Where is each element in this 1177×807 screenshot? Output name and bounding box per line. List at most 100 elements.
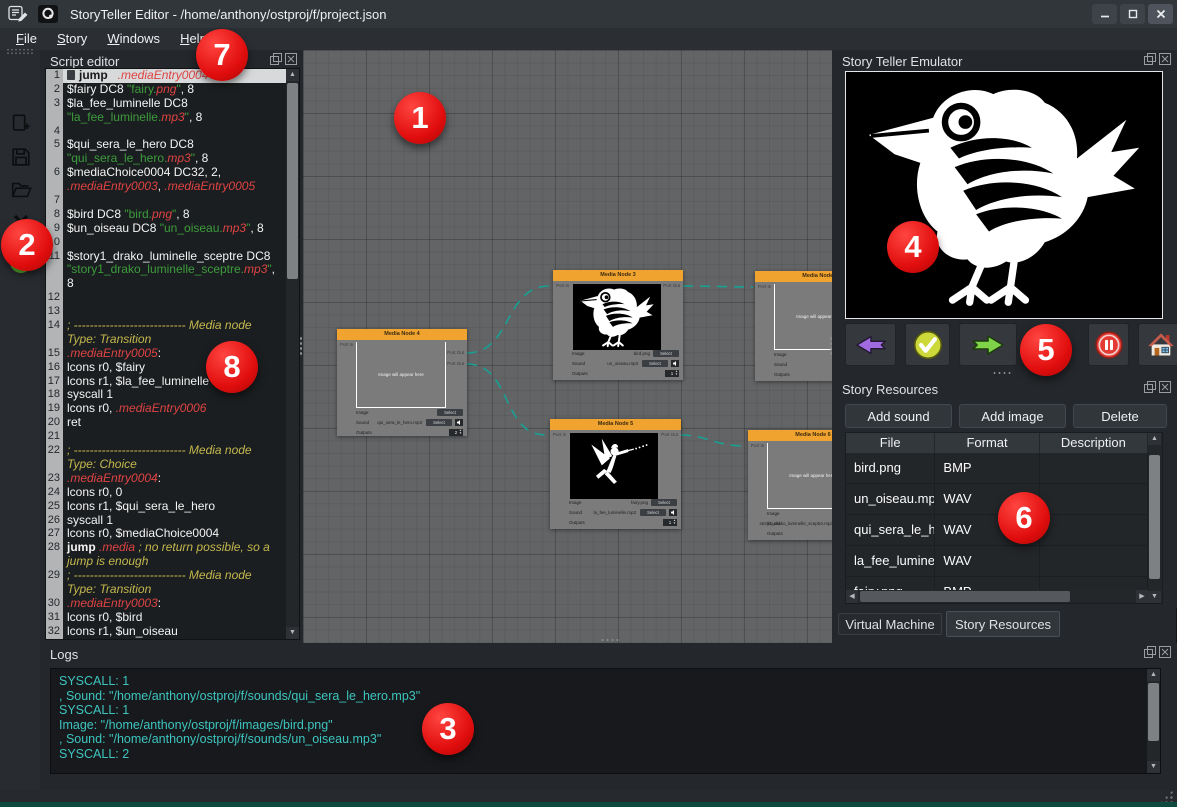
canvas-emulator-splitter[interactable] <box>829 336 833 356</box>
float-icon[interactable] <box>270 53 282 65</box>
emulator-splitter-handle[interactable] <box>992 371 1012 375</box>
scroll-up-arrow[interactable]: ▲ <box>1148 433 1161 445</box>
port-in[interactable]: Port In <box>758 284 771 289</box>
save-button[interactable] <box>9 145 33 169</box>
delete-button[interactable]: Delete <box>1073 404 1167 428</box>
emulator-screen <box>845 71 1163 319</box>
script-editor[interactable]: 1jump .mediaEntry00042$fairy DC8 "fairy.… <box>45 68 300 640</box>
node-connection-wire[interactable] <box>681 435 746 446</box>
node-connection-wire[interactable] <box>683 286 753 287</box>
line-text: $fairy DC8 "fairy.png", 8 <box>63 83 194 97</box>
outputs-spinner[interactable]: 1▲▼ <box>665 370 679 377</box>
new-script-button[interactable] <box>9 112 33 136</box>
speaker-icon[interactable] <box>669 509 677 516</box>
open-button[interactable] <box>9 178 33 202</box>
script-line: 11$story1_drako_luminelle_sceptre DC8 <box>46 250 286 264</box>
add-sound-button[interactable]: Add sound <box>845 404 952 428</box>
select-sound-button[interactable]: Select <box>426 419 452 426</box>
port-in[interactable]: Port In <box>556 283 569 288</box>
table-hscrollbar[interactable]: ◀▶ <box>846 590 1148 603</box>
maximize-button[interactable] <box>1120 4 1145 24</box>
script-canvas-splitter[interactable] <box>299 336 303 356</box>
toolbar-drag-handle[interactable] <box>6 48 34 55</box>
speaker-icon[interactable] <box>671 360 679 367</box>
scroll-thumb[interactable] <box>287 83 298 279</box>
column-header-file[interactable]: File <box>846 433 935 453</box>
script-editor-scrollbar[interactable]: ▲▼ <box>286 69 299 639</box>
media-node[interactable]: Media Node 3Port InPort OutImagebird.png… <box>553 270 683 380</box>
media-node[interactable]: Media Node 7Port InPort OutImage will ap… <box>755 271 832 381</box>
float-icon[interactable] <box>1144 646 1156 658</box>
port-out[interactable]: Port Out <box>663 283 680 288</box>
close-icon[interactable] <box>285 53 297 65</box>
scroll-thumb[interactable] <box>1149 455 1160 579</box>
scroll-right-arrow[interactable]: ▶ <box>1136 590 1148 603</box>
media-node[interactable]: Media Node 5Port InPort OutImagefairy.pn… <box>550 419 681 529</box>
speaker-icon[interactable] <box>455 419 463 426</box>
outputs-label: Outputs <box>767 531 783 536</box>
scroll-thumb[interactable] <box>860 591 1070 602</box>
node-graph-canvas[interactable]: Media Node 4Port InPort OutPort OutImage… <box>303 50 832 643</box>
select-sound-button[interactable]: Select <box>642 360 668 367</box>
media-node[interactable]: Media Node 6Port InPort OutImage will ap… <box>748 430 832 540</box>
table-row[interactable]: qui_sera_le_h…WAV <box>846 515 1148 546</box>
log-scrollbar[interactable]: ▲▼ <box>1147 669 1160 773</box>
menu-file[interactable]: File <box>6 28 47 50</box>
back-button[interactable] <box>845 323 896 366</box>
sound-label: Sound <box>572 361 585 366</box>
scroll-down-arrow[interactable]: ▼ <box>1148 591 1161 603</box>
minimize-button[interactable] <box>1092 4 1117 24</box>
scroll-up-arrow[interactable]: ▲ <box>1147 669 1160 681</box>
close-icon[interactable] <box>1159 381 1171 393</box>
pause-button[interactable] <box>1088 323 1129 366</box>
home-button[interactable] <box>1138 323 1177 366</box>
canvas-logs-splitter[interactable] <box>600 638 620 642</box>
script-line: 19lcons r0, .mediaEntry0006 <box>46 402 286 416</box>
log-output[interactable]: SYSCALL: 1, Sound: "/home/anthony/ostpro… <box>50 668 1161 774</box>
outputs-spinner[interactable]: 1▲▼ <box>663 519 677 526</box>
float-icon[interactable] <box>1144 381 1156 393</box>
title-bar[interactable]: StoryTeller Editor - /home/anthony/ostpr… <box>0 0 1177 28</box>
close-button[interactable] <box>1148 4 1173 24</box>
tab-virtual-machine[interactable]: Virtual Machine <box>838 613 942 635</box>
node-title: Media Node 3 <box>553 270 683 281</box>
scroll-down-arrow[interactable]: ▼ <box>286 627 299 639</box>
add-image-button[interactable]: Add image <box>959 404 1066 428</box>
select-image-button[interactable]: Select <box>653 350 679 357</box>
port-in[interactable]: Port In <box>751 443 764 448</box>
table-row[interactable]: fairy.pngBMP <box>846 577 1148 590</box>
node-connection-wire[interactable] <box>467 286 549 353</box>
table-row[interactable]: bird.pngBMP <box>846 453 1148 484</box>
port-in[interactable]: Port In <box>553 432 566 437</box>
bird-image <box>574 285 660 349</box>
port-out[interactable]: Port Out <box>447 350 464 355</box>
menu-windows[interactable]: Windows <box>97 28 170 50</box>
scroll-thumb[interactable] <box>1148 683 1159 741</box>
outputs-spinner[interactable]: 2▲▼ <box>449 429 463 436</box>
next-button[interactable] <box>959 323 1017 366</box>
select-sound-button[interactable]: Select <box>640 509 666 516</box>
select-image-button[interactable]: Select <box>437 409 463 416</box>
tab-story-resources[interactable]: Story Resources <box>946 611 1060 637</box>
script-editor-dock: Script editor 1jump .mediaEntry00042$fai… <box>40 50 303 643</box>
scroll-up-arrow[interactable]: ▲ <box>286 69 299 81</box>
column-header-description[interactable]: Description <box>1040 433 1148 453</box>
menu-story[interactable]: Story <box>47 28 97 50</box>
node-connection-wire[interactable] <box>467 364 546 435</box>
media-node[interactable]: Media Node 4Port InPort OutPort OutImage… <box>337 329 467 436</box>
close-icon[interactable] <box>1159 53 1171 65</box>
table-vscrollbar[interactable]: ▲▼ <box>1148 433 1162 603</box>
table-row[interactable]: un_oiseau.mp3WAV <box>846 484 1148 515</box>
line-text: .mediaEntry0004: <box>63 472 161 486</box>
column-header-format[interactable]: Format <box>935 433 1039 453</box>
select-image-button[interactable]: Select <box>651 499 677 506</box>
port-in[interactable]: Port In <box>340 342 353 347</box>
scroll-left-arrow[interactable]: ◀ <box>846 590 858 603</box>
table-row[interactable]: la_fee_lumine…WAV <box>846 546 1148 577</box>
float-icon[interactable] <box>1144 53 1156 65</box>
validate-button[interactable] <box>905 323 950 366</box>
port-out[interactable]: Port Out <box>661 432 678 437</box>
close-icon[interactable] <box>1159 646 1171 658</box>
port-out[interactable]: Port Out <box>447 361 464 366</box>
scroll-down-arrow[interactable]: ▼ <box>1147 761 1160 773</box>
